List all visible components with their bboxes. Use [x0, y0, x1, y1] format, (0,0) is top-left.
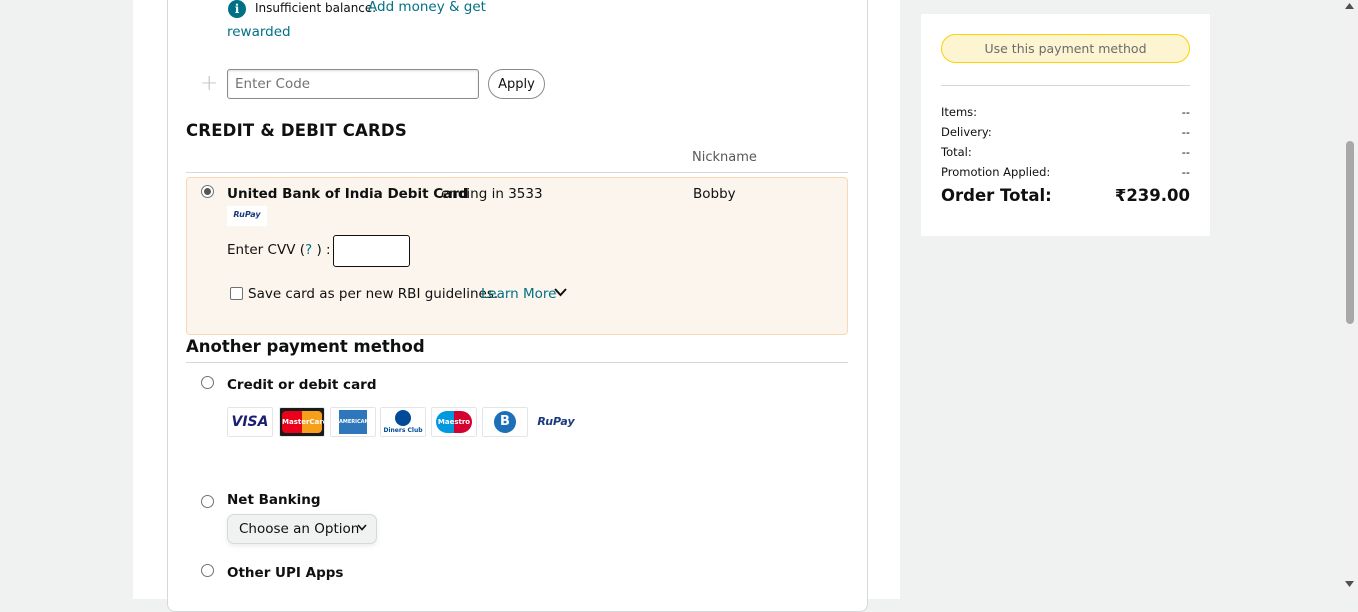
- divider: [186, 362, 848, 363]
- summary-row-promotion: Promotion Applied: --: [941, 165, 1190, 179]
- chevron-down-icon[interactable]: [554, 285, 567, 301]
- info-icon: i: [228, 0, 246, 18]
- cvv-help-link[interactable]: ?: [305, 242, 312, 258]
- order-total: Order Total: ₹239.00: [941, 186, 1190, 205]
- promo-code-input[interactable]: [227, 69, 479, 99]
- summary-row-total: Total: --: [941, 145, 1190, 159]
- upi-radio[interactable]: [201, 564, 214, 577]
- divider: [941, 85, 1190, 86]
- amex-logo-icon: AMERICAN EXPRESS: [330, 407, 376, 437]
- rupay-logo-icon: RuPay: [227, 206, 267, 226]
- net-banking-label: Net Banking: [227, 492, 321, 508]
- bajaj-logo-icon: B: [482, 407, 528, 437]
- apply-button[interactable]: Apply: [488, 69, 545, 99]
- rupay-logo-icon: RuPay: [533, 407, 579, 437]
- visa-logo-icon: VISA: [227, 407, 273, 437]
- save-card-label: Save card as per new RBI guidelines.: [248, 286, 499, 302]
- credit-debit-label: Credit or debit card: [227, 377, 377, 393]
- plus-icon: +: [200, 71, 219, 96]
- net-banking-radio[interactable]: [201, 495, 214, 508]
- cvv-label: Enter CVV (? ) :: [227, 242, 331, 258]
- summary-row-items: Items: --: [941, 105, 1190, 119]
- insufficient-balance-text: Insufficient balance.: [255, 1, 377, 15]
- card-radio-selected[interactable]: [201, 185, 214, 198]
- nickname-header: Nickname: [692, 150, 757, 165]
- diners-logo-icon: Diners Club International: [380, 407, 426, 437]
- chevron-down-icon: [357, 521, 367, 534]
- card-nickname: Bobby: [693, 186, 736, 202]
- another-payment-heading: Another payment method: [186, 337, 425, 356]
- use-payment-method-button[interactable]: Use this payment method: [941, 34, 1190, 63]
- save-card-checkbox[interactable]: [230, 287, 243, 300]
- scrollbar-thumb[interactable]: [1346, 141, 1354, 324]
- add-money-link-rewarded[interactable]: rewarded: [227, 23, 291, 41]
- summary-row-delivery: Delivery: --: [941, 125, 1190, 139]
- divider: [186, 172, 848, 173]
- scroll-up-icon[interactable]: [1345, 2, 1354, 12]
- card-name: United Bank of India Debit Card: [227, 186, 469, 202]
- add-money-link[interactable]: Add money & get: [368, 0, 486, 16]
- net-banking-select[interactable]: Choose an Option: [227, 514, 377, 544]
- cards-heading: CREDIT & DEBIT CARDS: [186, 121, 407, 140]
- maestro-logo-icon: Maestro: [431, 407, 477, 437]
- card-ending: ending in 3533: [441, 186, 543, 202]
- mastercard-logo-icon: MasterCard: [279, 407, 325, 437]
- upi-label: Other UPI Apps: [227, 565, 344, 581]
- cvv-input[interactable]: [333, 235, 410, 267]
- learn-more-link[interactable]: Learn More: [481, 286, 557, 302]
- scroll-down-icon[interactable]: [1345, 580, 1354, 590]
- credit-debit-radio[interactable]: [201, 376, 214, 389]
